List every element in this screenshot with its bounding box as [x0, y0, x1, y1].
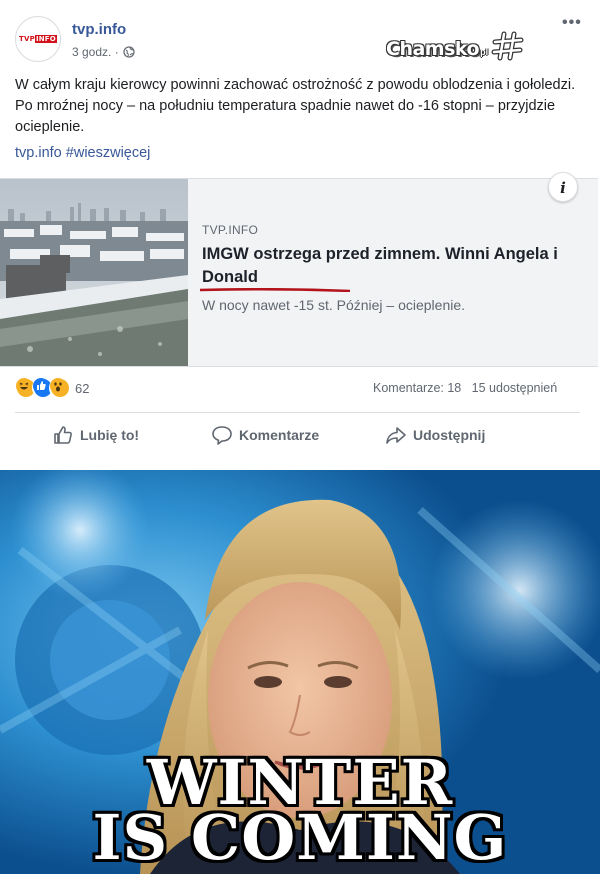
globe-icon — [123, 46, 135, 58]
link-preview-card[interactable]: TVP.INFO IMGW ostrzega przed zimnem. Win… — [0, 178, 598, 367]
info-icon[interactable]: i — [548, 172, 578, 202]
engagement-stats: Komentarze: 18 15 udostępnień — [373, 381, 557, 395]
card-source: TVP.INFO — [202, 223, 259, 237]
source-link[interactable]: tvp.info — [15, 145, 62, 161]
shares-count[interactable]: 15 udostępnień — [472, 381, 558, 395]
post-links: tvp.info #wieszwięcej — [15, 145, 150, 161]
share-arrow-icon — [386, 427, 406, 444]
like-button[interactable]: Lubię to! — [52, 424, 139, 446]
page-avatar[interactable]: TVPINFO — [15, 16, 61, 62]
thumbs-up-icon — [54, 426, 72, 444]
facebook-post: TVPINFO tvp.info 3 godz. · ••• Chamsko pl… — [0, 0, 600, 470]
post-body-text: W całym kraju kierowcy powinni zachować … — [15, 77, 576, 135]
page-name-link[interactable]: tvp.info — [72, 21, 126, 38]
hashtag-link[interactable]: #wieszwięcej — [66, 145, 151, 161]
comment-bubble-icon — [212, 426, 232, 445]
post-timestamp[interactable]: 3 godz. · — [72, 45, 119, 59]
like-label: Lubię to! — [80, 427, 140, 443]
meme-image: WINTER IS COMING — [0, 470, 600, 874]
comment-label: Komentarze — [239, 427, 320, 443]
wow-reaction-icon — [49, 377, 71, 399]
reaction-count: 62 — [75, 380, 90, 396]
reaction-summary[interactable]: 62 — [15, 377, 89, 399]
hash-logo-icon — [490, 28, 526, 69]
tvp-info-logo: TVPINFO — [19, 35, 57, 43]
red-underline-annotation — [200, 288, 350, 292]
comment-button[interactable]: Komentarze — [211, 424, 319, 446]
card-description: W nocy nawet -15 st. Później – ociepleni… — [202, 297, 466, 313]
article-thumbnail[interactable] — [0, 179, 188, 366]
chamsko-watermark: Chamsko pl — [386, 28, 526, 69]
more-options-icon[interactable]: ••• — [562, 14, 582, 32]
card-title[interactable]: IMGW ostrzega przed zimnem. Winni Angela… — [202, 243, 562, 289]
share-button[interactable]: Udostępnij — [385, 424, 485, 446]
comments-count[interactable]: Komentarze: 18 — [373, 381, 461, 395]
share-label: Udostępnij — [413, 427, 486, 443]
meme-caption-line2: IS COMING — [92, 801, 508, 874]
divider — [15, 412, 580, 413]
action-bar: Lubię to! Komentarze Udostępnij — [0, 414, 600, 458]
post-meta: 3 godz. · — [72, 45, 135, 59]
